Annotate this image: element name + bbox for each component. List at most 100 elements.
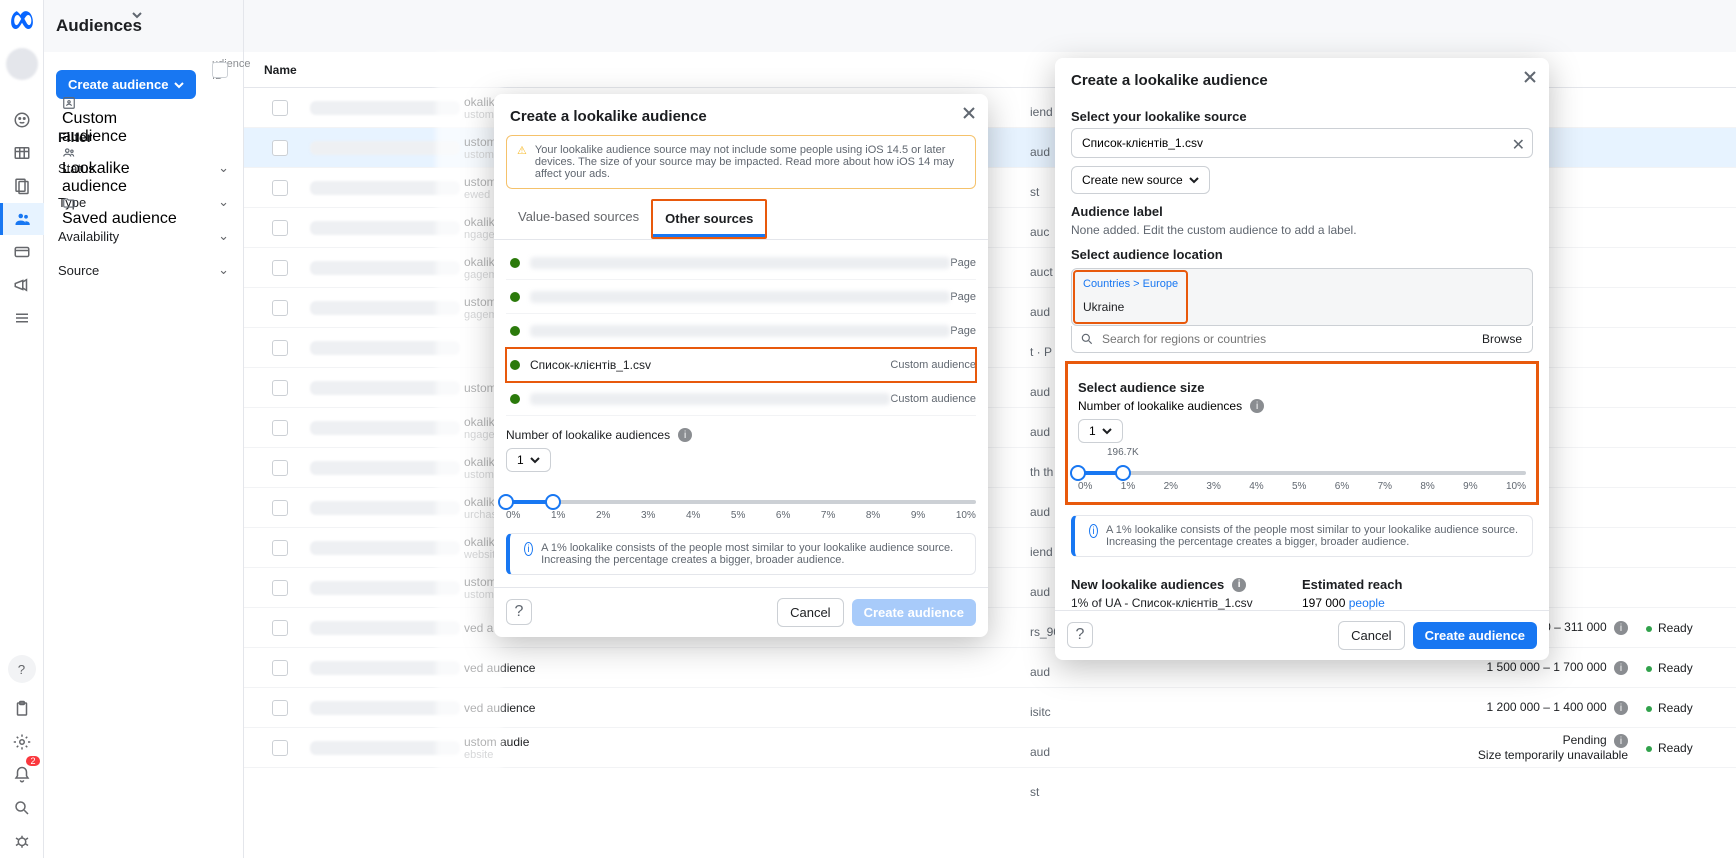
modal2-cancel[interactable]: Cancel xyxy=(1338,621,1404,650)
modal2-close[interactable] xyxy=(1523,70,1537,84)
menu-saved-audience[interactable]: Saved audience xyxy=(62,196,180,228)
row-name-blur xyxy=(310,181,460,195)
num-la-select2[interactable]: 1 xyxy=(1078,419,1123,443)
row-type: ved audience xyxy=(464,701,714,715)
row-checkbox[interactable] xyxy=(272,540,288,556)
create-new-source[interactable]: Create new source xyxy=(1071,166,1210,194)
location-country[interactable]: Ukraine xyxy=(1075,296,1186,322)
select-all-checkbox[interactable] xyxy=(212,62,228,78)
row-checkbox[interactable] xyxy=(272,620,288,636)
percent-slider-2[interactable] xyxy=(1078,471,1526,475)
caret-down-icon xyxy=(1102,426,1112,436)
size-h: Select audience size xyxy=(1078,380,1526,395)
new-la-h: New lookalike audiencesi xyxy=(1071,577,1302,592)
row-checkbox[interactable] xyxy=(272,460,288,476)
nav-notifications-icon[interactable]: 2 xyxy=(0,759,44,791)
modal2-create[interactable]: Create audience xyxy=(1413,622,1537,649)
nav-search-icon[interactable] xyxy=(0,792,44,824)
row-checkbox[interactable] xyxy=(272,340,288,356)
chevron-down-icon: ⌄ xyxy=(218,262,229,278)
source-row[interactable]: Page xyxy=(506,314,976,348)
clear-source[interactable]: ✕ xyxy=(1512,135,1525,155)
row-name-blur xyxy=(310,381,460,395)
table-row[interactable]: ustom audieebsite Pending iSize temporar… xyxy=(244,728,1736,768)
modal1-help[interactable]: ? xyxy=(506,599,532,625)
facet-source[interactable]: Source⌄ xyxy=(44,253,243,287)
row-name-blur xyxy=(310,461,460,475)
nav-table-icon[interactable] xyxy=(0,137,44,169)
slider-thumb-end[interactable] xyxy=(545,494,561,510)
tab-other-sources[interactable]: Other sources xyxy=(653,201,765,237)
row-checkbox[interactable] xyxy=(272,420,288,436)
modal1-create[interactable]: Create audience xyxy=(852,599,976,626)
modal2-help[interactable]: ? xyxy=(1067,622,1093,648)
col-name[interactable]: Name xyxy=(264,63,297,77)
source-row[interactable]: Список-клієнтів_1.csv Custom audience xyxy=(506,348,976,382)
slider2-thumb-start[interactable] xyxy=(1070,465,1086,481)
nav-menu-icon[interactable] xyxy=(0,302,44,334)
nav-bug-icon[interactable] xyxy=(0,825,44,857)
est-reach-value: 197 000 people xyxy=(1302,596,1533,610)
menu-lookalike-audience[interactable]: Lookalike audience xyxy=(62,146,180,196)
row-name-blur xyxy=(310,421,460,435)
modal2-title: Create a lookalike audience xyxy=(1055,58,1549,99)
reach-tooltip: 196.7K xyxy=(1107,447,1139,458)
nav-settings-icon[interactable] xyxy=(0,726,44,758)
slider2-thumb-end[interactable] xyxy=(1115,465,1131,481)
close-icon xyxy=(1523,70,1537,84)
percent-slider[interactable] xyxy=(506,500,976,504)
row-checkbox[interactable] xyxy=(272,380,288,396)
account-avatar[interactable] xyxy=(6,48,38,80)
nav-billing-icon[interactable] xyxy=(0,236,44,268)
source-input[interactable] xyxy=(1071,128,1533,158)
modal1-cancel[interactable]: Cancel xyxy=(777,598,843,627)
help-button[interactable]: ? xyxy=(8,655,36,683)
location-crumbs[interactable]: Countries > Europe xyxy=(1075,272,1186,296)
row-checkbox[interactable] xyxy=(272,500,288,516)
nav-megaphone-icon[interactable] xyxy=(0,269,44,301)
row-checkbox[interactable] xyxy=(272,140,288,156)
row-name-blur xyxy=(310,221,460,235)
row-checkbox[interactable] xyxy=(272,660,288,676)
nav-overview-icon[interactable] xyxy=(0,104,44,136)
source-row[interactable]: Custom audience xyxy=(506,382,976,416)
row-status: Ready xyxy=(1628,701,1718,715)
modal1-close[interactable] xyxy=(962,106,976,120)
modal1-title: Create a lookalike audience xyxy=(494,94,988,135)
chevron-down-icon: ⌄ xyxy=(218,194,229,210)
tab-value-based[interactable]: Value-based sources xyxy=(506,199,651,239)
nav-docs-icon[interactable] xyxy=(0,170,44,202)
table-row[interactable]: ved audience 1 200 000 – 1 400 000 i Rea… xyxy=(244,688,1736,728)
source-list: Page Page Page Список-клієнтів_1.csv Cus… xyxy=(494,240,988,416)
location-box: Countries > Europe Ukraine xyxy=(1071,268,1533,326)
create-audience-menu: Custom audience Lookalike audience Saved… xyxy=(62,96,180,228)
lookalike-modal-2: Create a lookalike audience Select your … xyxy=(1055,58,1549,660)
row-checkbox[interactable] xyxy=(272,700,288,716)
row-checkbox[interactable] xyxy=(272,100,288,116)
row-checkbox[interactable] xyxy=(272,180,288,196)
source-type: Page xyxy=(950,257,976,269)
num-lookalikes-select[interactable]: 1 xyxy=(506,448,551,472)
row-checkbox[interactable] xyxy=(272,260,288,276)
info-icon[interactable]: i xyxy=(1250,399,1264,413)
row-checkbox[interactable] xyxy=(272,580,288,596)
slider-thumb-start[interactable] xyxy=(498,494,514,510)
source-row[interactable]: Page xyxy=(506,280,976,314)
row-checkbox[interactable] xyxy=(272,740,288,756)
source-row[interactable]: Page xyxy=(506,246,976,280)
location-search[interactable] xyxy=(1102,326,1472,352)
meta-logo[interactable] xyxy=(8,8,36,36)
nav-audiences-icon[interactable] xyxy=(0,203,44,235)
row-name-blur xyxy=(310,141,460,155)
info-icon[interactable]: i xyxy=(1232,578,1246,592)
row-checkbox[interactable] xyxy=(272,300,288,316)
page-title: Audiences xyxy=(56,16,142,36)
row-name-blur xyxy=(310,101,460,115)
create-audience-button[interactable]: Create audience xyxy=(56,70,196,99)
source-label xyxy=(530,291,950,303)
menu-custom-audience[interactable]: Custom audience xyxy=(62,96,180,146)
row-checkbox[interactable] xyxy=(272,220,288,236)
info-icon[interactable]: i xyxy=(678,428,692,442)
nav-clipboard-icon[interactable] xyxy=(0,693,44,725)
browse-link[interactable]: Browse xyxy=(1472,332,1532,346)
